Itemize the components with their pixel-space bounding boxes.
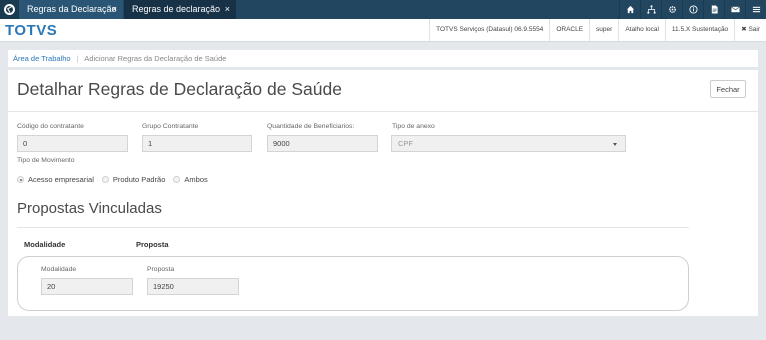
tipo-anexo-select[interactable]: CPF [391,135,626,152]
tab-label: Regras da Declaração [27,4,117,14]
totvs-logo-icon [4,4,15,15]
tab-close-icon[interactable]: × [112,0,117,19]
tipo-anexo-label: Tipo de anexo [392,123,435,130]
tab-close-icon[interactable]: × [225,0,230,19]
logout-button[interactable]: ✖ Sair [734,19,766,41]
radio-produto-padrao[interactable]: Produto Padrão [101,175,166,184]
codigo-contratante-field[interactable]: 0 [17,135,128,152]
session-status: TOTVS Serviços (Datasul) 06.9.5554 ORACL… [429,19,766,41]
grupo-contratante-label: Grupo Contratante [142,123,199,130]
modalidade-field[interactable]: 20 [41,278,133,295]
tab-regras-da-declaracao[interactable]: Regras da Declaração × [19,0,123,19]
grupo-contratante-field[interactable]: 1 [142,135,252,152]
column-header-modalidade: Modalidade [24,240,66,249]
title-divider [8,111,758,112]
radio-ambos[interactable]: Ambos [173,175,208,184]
radio-unselected-icon[interactable] [101,176,109,183]
top-icon-group [619,0,766,19]
radio-unselected-icon[interactable] [173,176,181,183]
column-header-proposta: Proposta [136,240,169,249]
top-navigation-bar: Regras da Declaração × Regras de declara… [0,0,766,19]
help-icon[interactable] [682,0,703,19]
mail-icon[interactable] [724,0,745,19]
version-info: 11.5.X Sustentação [664,19,734,41]
tipo-anexo-selected-value: CPF [398,139,413,148]
radio-label: Acesso empresarial [28,175,94,184]
quantidade-beneficiarios-label: Quantidade de Beneficiarios: [267,123,355,130]
breadcrumb-home-link[interactable]: Área de Trabalho [13,54,71,63]
codigo-contratante-label: Código do contratante [17,123,84,130]
home-icon[interactable] [619,0,640,19]
main-card: Detalhar Regras de Declaração de Saúde F… [8,70,758,316]
database-info: ORACLE [549,19,589,41]
radio-label: Ambos [184,175,208,184]
radio-label: Produto Padrão [112,175,166,184]
chevron-down-icon [613,143,617,146]
propostas-vinculadas-title: Propostas Vinculadas [17,200,162,217]
proposta-label: Proposta [147,266,175,273]
proposta-field[interactable]: 19250 [147,278,239,295]
sitemap-icon[interactable] [640,0,661,19]
breadcrumb: Área de Trabalho | Adicionar Regras da D… [8,50,758,67]
server-info: TOTVS Serviços (Datasul) 06.9.5554 [429,19,549,41]
tab-regras-de-declaracao[interactable]: Regras de declaração × [124,0,236,19]
proposta-row-panel: Modalidade 20 Proposta 19250 [17,256,689,311]
gear-icon[interactable] [661,0,682,19]
brand-bar: TOTVS TOTVS Serviços (Datasul) 06.9.5554… [0,19,766,42]
section-divider [17,227,689,228]
breadcrumb-separator: | [76,54,79,63]
close-button[interactable]: Fechar [710,80,746,98]
breadcrumb-current: Adicionar Regras da Declaração de Saúde [84,54,227,63]
shortcut-link[interactable]: Atalho local [618,19,665,41]
radio-acesso-empresarial[interactable]: Acesso empresarial [17,175,94,184]
radio-selected-icon[interactable] [17,176,24,183]
modalidade-label: Modalidade [41,266,77,273]
quantidade-beneficiarios-field[interactable]: 9000 [267,135,378,152]
document-icon[interactable] [703,0,724,19]
tab-label: Regras de declaração [132,4,221,14]
user-info[interactable]: super [589,19,618,41]
app-menu-button[interactable] [0,0,19,19]
tipo-movimento-radio-group: Acesso empresarial Produto Padrão Ambos [17,175,216,184]
menu-icon[interactable] [745,0,766,19]
tipo-movimento-label: Tipo de Movimento [17,157,75,164]
page-title: Detalhar Regras de Declaração de Saúde [17,79,342,99]
totvs-brand: TOTVS [5,22,58,39]
